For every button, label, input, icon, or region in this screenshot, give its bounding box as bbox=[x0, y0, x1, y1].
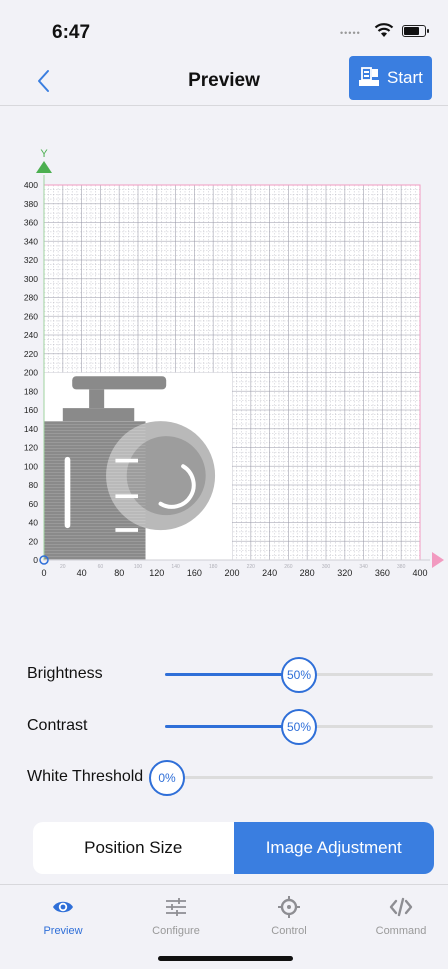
tab-configure[interactable]: Configure bbox=[131, 895, 221, 943]
tab-configure-label: Configure bbox=[152, 925, 200, 937]
laser-engraver-icon bbox=[359, 67, 379, 86]
navigation-bar: Preview Start bbox=[0, 56, 448, 106]
contrast-label: Contrast bbox=[27, 717, 88, 734]
x-minor-tick-label: 180 bbox=[209, 564, 218, 570]
y-axis-label: Y bbox=[40, 148, 48, 160]
image-handle bbox=[72, 376, 167, 390]
x-tick-label: 400 bbox=[412, 568, 427, 578]
x-minor-tick-label: 140 bbox=[171, 564, 180, 570]
tab-control-label: Control bbox=[271, 925, 307, 937]
x-tick-label: 360 bbox=[375, 568, 390, 578]
x-tick-label: 320 bbox=[337, 568, 352, 578]
sliders-icon bbox=[166, 898, 186, 916]
contrast-track[interactable]: 50% bbox=[165, 709, 433, 745]
y-tick-label: 0 bbox=[33, 555, 38, 565]
start-button[interactable]: Start bbox=[349, 56, 432, 100]
x-tick-label: 160 bbox=[187, 568, 202, 578]
tab-preview-label: Preview bbox=[43, 925, 83, 937]
brightness-slider-row: Brightness 50% bbox=[0, 654, 448, 694]
y-tick-label: 240 bbox=[24, 330, 38, 340]
preview-image[interactable] bbox=[44, 372, 232, 561]
wifi-icon bbox=[374, 23, 394, 37]
tab-control[interactable]: Control bbox=[244, 895, 334, 943]
image-lens-inner bbox=[126, 436, 206, 516]
mode-segmented-control: Position Size Image Adjustment bbox=[33, 822, 434, 874]
tab-command-label: Command bbox=[375, 925, 427, 937]
preview-canvas[interactable]: YX02040608010012014016018020022024026028… bbox=[0, 140, 448, 580]
y-tick-label: 320 bbox=[24, 255, 38, 265]
x-minor-tick-label: 300 bbox=[322, 564, 331, 570]
y-tick-label: 180 bbox=[24, 386, 38, 396]
y-tick-label: 40 bbox=[29, 518, 39, 528]
y-tick-label: 200 bbox=[24, 368, 38, 378]
image-stem bbox=[89, 389, 105, 409]
segment-position-size[interactable]: Position Size bbox=[33, 822, 234, 874]
image-mark bbox=[115, 458, 138, 463]
contrast-slider-row: Contrast 50% bbox=[0, 706, 448, 746]
tab-command[interactable]: Command bbox=[356, 895, 446, 943]
brightness-fill bbox=[165, 673, 299, 676]
y-tick-label: 100 bbox=[24, 461, 38, 471]
y-tick-label: 300 bbox=[24, 274, 38, 284]
y-tick-label: 260 bbox=[24, 311, 38, 321]
image-collar bbox=[62, 408, 135, 422]
brightness-track[interactable]: 50% bbox=[165, 657, 433, 693]
crosshair-icon bbox=[278, 896, 300, 918]
x-minor-tick-label: 380 bbox=[397, 564, 406, 570]
image-mark bbox=[115, 528, 138, 532]
white-threshold-slider-row: White Threshold 0% bbox=[0, 757, 448, 797]
contrast-thumb[interactable]: 50% bbox=[281, 709, 317, 745]
x-tick-label: 120 bbox=[149, 568, 164, 578]
x-tick-label: 240 bbox=[262, 568, 277, 578]
x-minor-tick-label: 60 bbox=[98, 564, 104, 570]
home-indicator bbox=[158, 956, 293, 961]
x-minor-tick-label: 220 bbox=[247, 564, 256, 570]
eye-icon bbox=[53, 901, 73, 913]
x-minor-tick-label: 100 bbox=[134, 564, 143, 570]
y-tick-label: 120 bbox=[24, 443, 38, 453]
y-tick-label: 360 bbox=[24, 218, 38, 228]
brightness-label: Brightness bbox=[27, 665, 103, 682]
y-tick-label: 140 bbox=[24, 424, 38, 434]
white-threshold-track[interactable]: 0% bbox=[149, 760, 433, 796]
y-axis-arrow bbox=[36, 161, 52, 173]
x-minor-tick-label: 340 bbox=[359, 564, 368, 570]
tab-preview[interactable]: Preview bbox=[18, 895, 108, 943]
x-tick-label: 0 bbox=[41, 568, 46, 578]
y-tick-label: 160 bbox=[24, 405, 38, 415]
x-tick-label: 40 bbox=[77, 568, 87, 578]
signal-icon: ••••• bbox=[340, 28, 361, 38]
y-tick-label: 20 bbox=[29, 536, 39, 546]
start-button-label: Start bbox=[387, 68, 423, 87]
code-icon bbox=[389, 897, 413, 917]
white-threshold-label: White Threshold bbox=[27, 768, 144, 785]
x-tick-label: 200 bbox=[224, 568, 239, 578]
y-tick-label: 340 bbox=[24, 236, 38, 246]
brightness-thumb[interactable]: 50% bbox=[281, 657, 317, 693]
y-tick-label: 220 bbox=[24, 349, 38, 359]
x-minor-tick-label: 20 bbox=[60, 564, 66, 570]
y-tick-label: 60 bbox=[29, 499, 39, 509]
battery-icon bbox=[402, 25, 429, 37]
y-tick-label: 400 bbox=[24, 180, 38, 190]
x-axis-arrow bbox=[432, 552, 444, 568]
contrast-fill bbox=[165, 725, 299, 728]
y-tick-label: 380 bbox=[24, 199, 38, 209]
x-tick-label: 80 bbox=[114, 568, 124, 578]
x-tick-label: 280 bbox=[300, 568, 315, 578]
y-tick-label: 80 bbox=[29, 480, 39, 490]
x-minor-tick-label: 260 bbox=[284, 564, 293, 570]
status-time: 6:47 bbox=[52, 22, 91, 43]
white-threshold-thumb[interactable]: 0% bbox=[149, 760, 185, 796]
status-bar: 6:47 ••••• bbox=[0, 0, 448, 56]
y-tick-label: 280 bbox=[24, 293, 38, 303]
segment-image-adjustment[interactable]: Image Adjustment bbox=[233, 822, 434, 874]
